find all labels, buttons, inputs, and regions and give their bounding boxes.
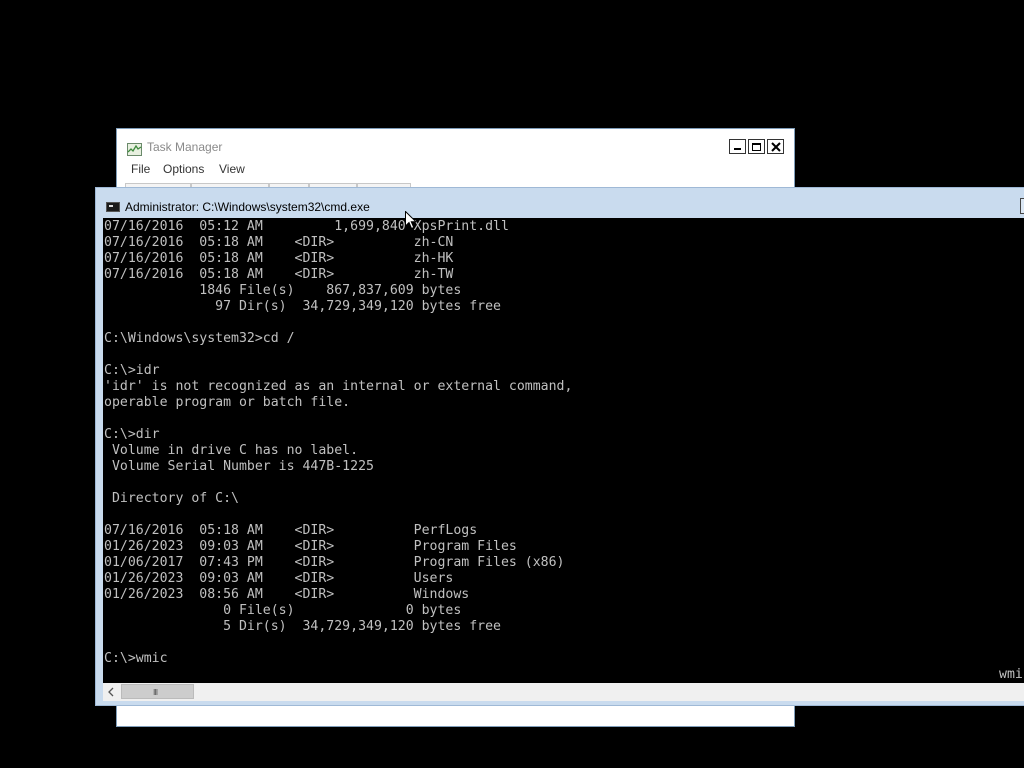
menu-options[interactable]: Options (163, 162, 204, 176)
cmd-window[interactable]: Administrator: C:\Windows\system32\cmd.e… (95, 187, 1024, 706)
chevron-left-icon (108, 687, 114, 697)
task-manager-title: Task Manager (147, 140, 223, 154)
task-manager-menubar: File Options View (117, 161, 794, 181)
console-overflow-text: wmi (999, 667, 1023, 682)
cmd-titlebar[interactable]: Administrator: C:\Windows\system32\cmd.e… (96, 188, 1024, 218)
task-manager-icon (127, 141, 142, 156)
scrollbar-thumb[interactable]: III (121, 684, 194, 699)
task-manager-titlebar[interactable]: Task Manager (117, 129, 794, 161)
cmd-window-title: Administrator: C:\Windows\system32\cmd.e… (125, 200, 370, 214)
horizontal-scrollbar[interactable]: III (103, 683, 1024, 701)
mouse-cursor-icon (405, 210, 418, 234)
console-output[interactable]: 07/16/2016 05:12 AM 1,699,840 XpsPrint.d… (103, 218, 1024, 683)
scroll-left-button[interactable] (103, 683, 120, 701)
console-icon (106, 202, 120, 212)
close-icon (771, 142, 781, 152)
scrollbar-grip: III (153, 688, 158, 697)
close-button[interactable] (767, 139, 784, 154)
console-text: 07/16/2016 05:12 AM 1,699,840 XpsPrint.d… (104, 219, 573, 666)
minimize-button[interactable] (729, 139, 746, 154)
menu-file[interactable]: File (131, 162, 150, 176)
maximize-button[interactable] (748, 139, 765, 154)
menu-view[interactable]: View (219, 162, 245, 176)
desktop: Task Manager File Options View Administr… (0, 0, 1024, 768)
window-control-button[interactable] (1020, 198, 1024, 214)
